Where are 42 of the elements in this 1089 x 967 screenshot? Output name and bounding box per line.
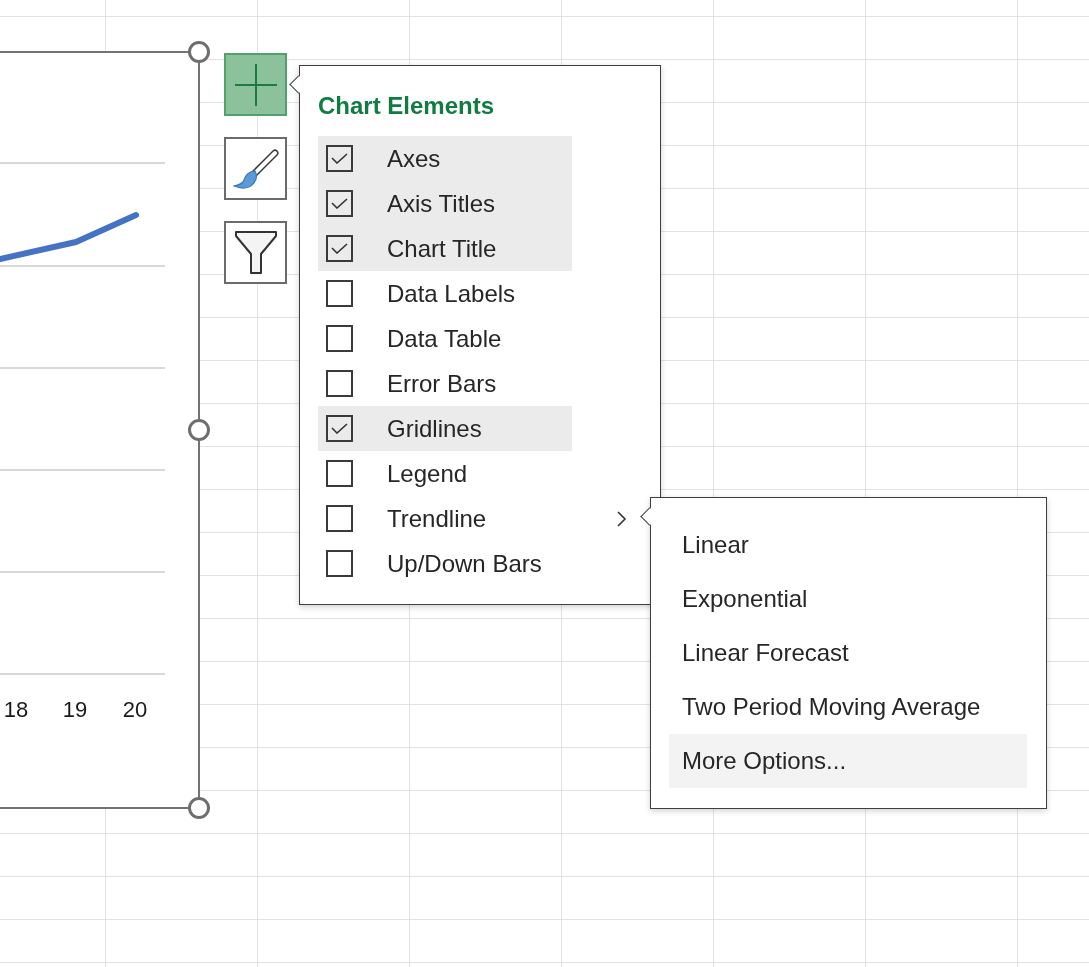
chart-element-item[interactable]: Up/Down Bars: [318, 541, 572, 586]
checkbox[interactable]: [326, 325, 353, 352]
axis-label: 19: [62, 697, 88, 722]
checkbox[interactable]: [326, 505, 353, 532]
trendline-option[interactable]: Two Period Moving Average: [669, 680, 1027, 734]
trendline-option[interactable]: Linear: [669, 518, 1027, 572]
checkbox[interactable]: [326, 370, 353, 397]
resize-handle[interactable]: [188, 797, 210, 819]
chart-element-item[interactable]: Error Bars: [318, 361, 572, 406]
chart-elements-button[interactable]: [224, 53, 287, 116]
checkmark-icon: [331, 153, 348, 164]
checkmark-icon: [331, 198, 348, 209]
resize-handle[interactable]: [188, 419, 210, 441]
trendline-option[interactable]: Linear Forecast: [669, 626, 1027, 680]
chart-element-item[interactable]: Axes: [318, 136, 572, 181]
chart-element-item[interactable]: Axis Titles: [318, 181, 572, 226]
trendline-option[interactable]: Exponential: [669, 572, 1027, 626]
checkbox[interactable]: [326, 550, 353, 577]
filter-icon: [233, 230, 278, 275]
chart-element-item[interactable]: Gridlines: [318, 406, 572, 451]
checkbox[interactable]: [326, 415, 353, 442]
checkbox[interactable]: [326, 190, 353, 217]
axis-label: 20: [122, 697, 148, 722]
checkbox[interactable]: [326, 280, 353, 307]
checkmark-icon: [331, 423, 348, 434]
checkbox[interactable]: [326, 460, 353, 487]
plus-icon: [234, 63, 277, 106]
resize-handle[interactable]: [188, 41, 210, 63]
paintbrush-icon: [232, 148, 279, 189]
chart-element-item[interactable]: Chart Title: [318, 226, 572, 271]
chart-element-item[interactable]: Trendline: [318, 496, 572, 541]
checkmark-icon: [331, 243, 348, 254]
chart-element-item[interactable]: Legend: [318, 451, 572, 496]
checkbox[interactable]: [326, 145, 353, 172]
chart-filters-button[interactable]: [224, 221, 287, 284]
chart-element-item[interactable]: Data Labels: [318, 271, 572, 316]
checkbox[interactable]: [326, 235, 353, 262]
panel-title: Chart Elements: [318, 92, 495, 120]
chart-styles-button[interactable]: [224, 137, 287, 200]
trendline-option[interactable]: More Options...: [669, 734, 1027, 788]
axis-label: 18: [3, 697, 29, 722]
chart-element-item[interactable]: Data Table: [318, 316, 572, 361]
